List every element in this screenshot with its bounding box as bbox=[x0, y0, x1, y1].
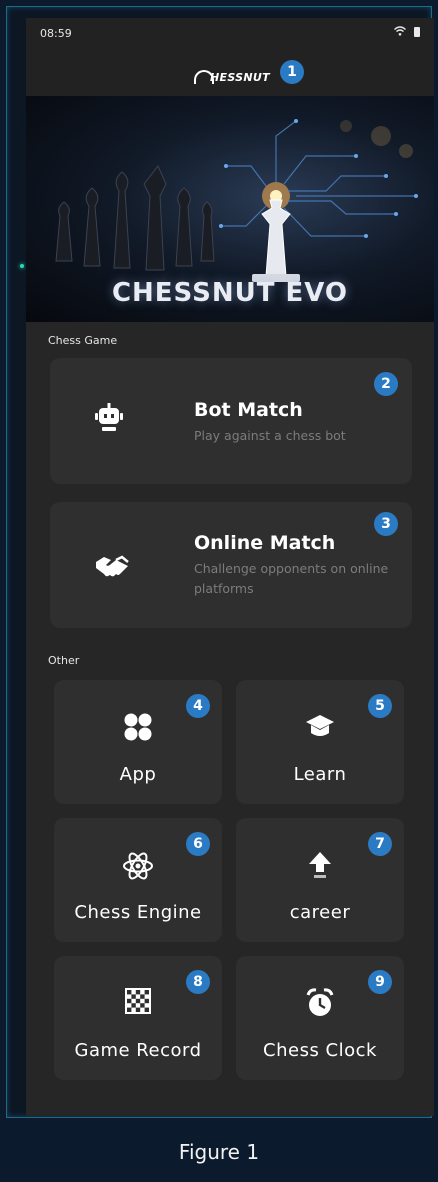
badge-3: 3 bbox=[374, 512, 398, 536]
learn-tile[interactable]: Learn 5 bbox=[236, 680, 404, 804]
hero-banner: CHESSNUT EVO bbox=[26, 96, 434, 322]
badge-1: 1 bbox=[280, 60, 304, 84]
app-tile[interactable]: App 4 bbox=[54, 680, 222, 804]
logo-text: HESSNUT bbox=[210, 71, 270, 84]
bot-match-description: Play against a chess bot bbox=[194, 428, 346, 443]
chess-engine-tile-label: Chess Engine bbox=[74, 902, 202, 923]
chess-clock-tile[interactable]: Chess Clock 9 bbox=[236, 956, 404, 1080]
handshake-icon bbox=[94, 554, 130, 582]
app-header: HESSNUT 1 bbox=[26, 48, 434, 96]
section-label-chess-game: Chess Game bbox=[48, 334, 118, 347]
status-bar: 08:59 bbox=[26, 18, 434, 48]
badge-8: 8 bbox=[186, 970, 210, 994]
figure-caption: Figure 1 bbox=[178, 1140, 260, 1164]
online-match-title: Online Match bbox=[194, 532, 336, 554]
badge-5: 5 bbox=[368, 694, 392, 718]
status-time: 08:59 bbox=[40, 27, 72, 40]
chess-clock-tile-label: Chess Clock bbox=[263, 1040, 377, 1061]
badge-4: 4 bbox=[186, 694, 210, 718]
career-tile[interactable]: career 7 bbox=[236, 818, 404, 942]
badge-2: 2 bbox=[374, 372, 398, 396]
hero-title: CHESSNUT EVO bbox=[111, 278, 349, 308]
chess-engine-tile[interactable]: Chess Engine 6 bbox=[54, 818, 222, 942]
app-tile-label: App bbox=[119, 764, 157, 785]
online-match-card[interactable]: Online Match Challenge opponents on onli… bbox=[50, 502, 412, 628]
game-record-tile-label: Game Record bbox=[74, 1040, 202, 1061]
battery-icon bbox=[414, 27, 420, 37]
learn-tile-label: Learn bbox=[293, 764, 347, 785]
online-match-description: Challenge opponents on online platforms bbox=[194, 561, 389, 596]
section-label-other: Other bbox=[48, 654, 80, 667]
bot-match-card[interactable]: Bot Match Play against a chess bot 2 bbox=[50, 358, 412, 484]
career-tile-label: career bbox=[289, 902, 351, 923]
bot-match-title: Bot Match bbox=[194, 399, 303, 421]
badge-7: 7 bbox=[368, 832, 392, 856]
badge-6: 6 bbox=[186, 832, 210, 856]
badge-9: 9 bbox=[368, 970, 392, 994]
wifi-icon bbox=[394, 26, 406, 39]
app-screen: 08:59 HESSNUT 1 CHESSNUT EVO Chess Game … bbox=[26, 18, 434, 1116]
robot-icon bbox=[94, 403, 124, 439]
game-record-tile[interactable]: Game Record 8 bbox=[54, 956, 222, 1080]
chessnut-logo: HESSNUT bbox=[194, 64, 270, 84]
